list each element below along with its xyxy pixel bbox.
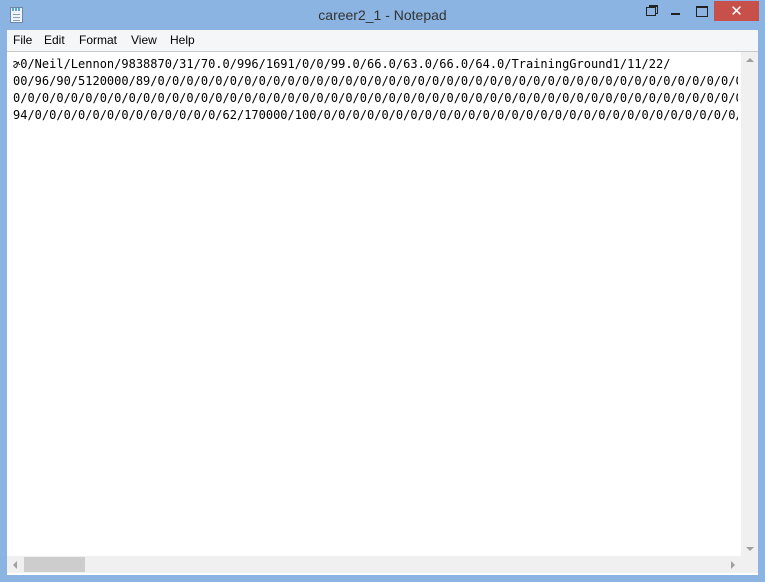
text-editor[interactable]: ɚ0/Neil/Lennon/9838870/31/70.0/996/1691/… bbox=[7, 51, 758, 575]
close-button[interactable]: ✕ bbox=[714, 1, 759, 21]
menu-edit[interactable]: Edit bbox=[44, 33, 65, 47]
scroll-up-arrow-icon[interactable] bbox=[741, 52, 758, 69]
maximize-button[interactable] bbox=[688, 1, 714, 21]
text-line-1: ɚ0/Neil/Lennon/9838870/31/70.0/996/1691/… bbox=[13, 57, 671, 71]
scroll-right-arrow-icon[interactable] bbox=[724, 556, 741, 573]
menu-bar: File Edit Format View Help bbox=[7, 30, 758, 51]
text-line-2: 00/96/90/5120000/89/0/0/0/0/0/0/0/0/0/0/… bbox=[13, 74, 738, 88]
notepad-window: career2_1 - Notepad ✕ File Edit Format V… bbox=[0, 0, 765, 582]
minimize-button[interactable] bbox=[662, 1, 688, 21]
menu-help[interactable]: Help bbox=[170, 33, 195, 47]
scroll-left-arrow-icon[interactable] bbox=[7, 556, 24, 573]
menu-file[interactable]: File bbox=[13, 33, 32, 47]
menu-format[interactable]: Format bbox=[79, 33, 117, 47]
scroll-down-arrow-icon[interactable] bbox=[741, 540, 758, 557]
restore-button[interactable] bbox=[638, 1, 662, 21]
size-grip[interactable] bbox=[741, 556, 758, 573]
text-line-4: 94/0/0/0/0/0/0/0/0/0/0/0/0/0/62/170000/1… bbox=[13, 108, 738, 122]
close-icon: ✕ bbox=[730, 2, 743, 20]
vertical-scrollbar[interactable] bbox=[741, 52, 758, 557]
horizontal-scrollbar[interactable] bbox=[7, 556, 741, 573]
text-line-3: 0/0/0/0/0/0/0/0/0/0/0/0/0/0/0/0/0/0/0/0/… bbox=[13, 91, 738, 105]
document-text[interactable]: ɚ0/Neil/Lennon/9838870/31/70.0/996/1691/… bbox=[13, 56, 738, 556]
title-bar[interactable]: career2_1 - Notepad ✕ bbox=[0, 0, 765, 30]
horizontal-scroll-thumb[interactable] bbox=[24, 557, 85, 572]
menu-view[interactable]: View bbox=[131, 33, 157, 47]
